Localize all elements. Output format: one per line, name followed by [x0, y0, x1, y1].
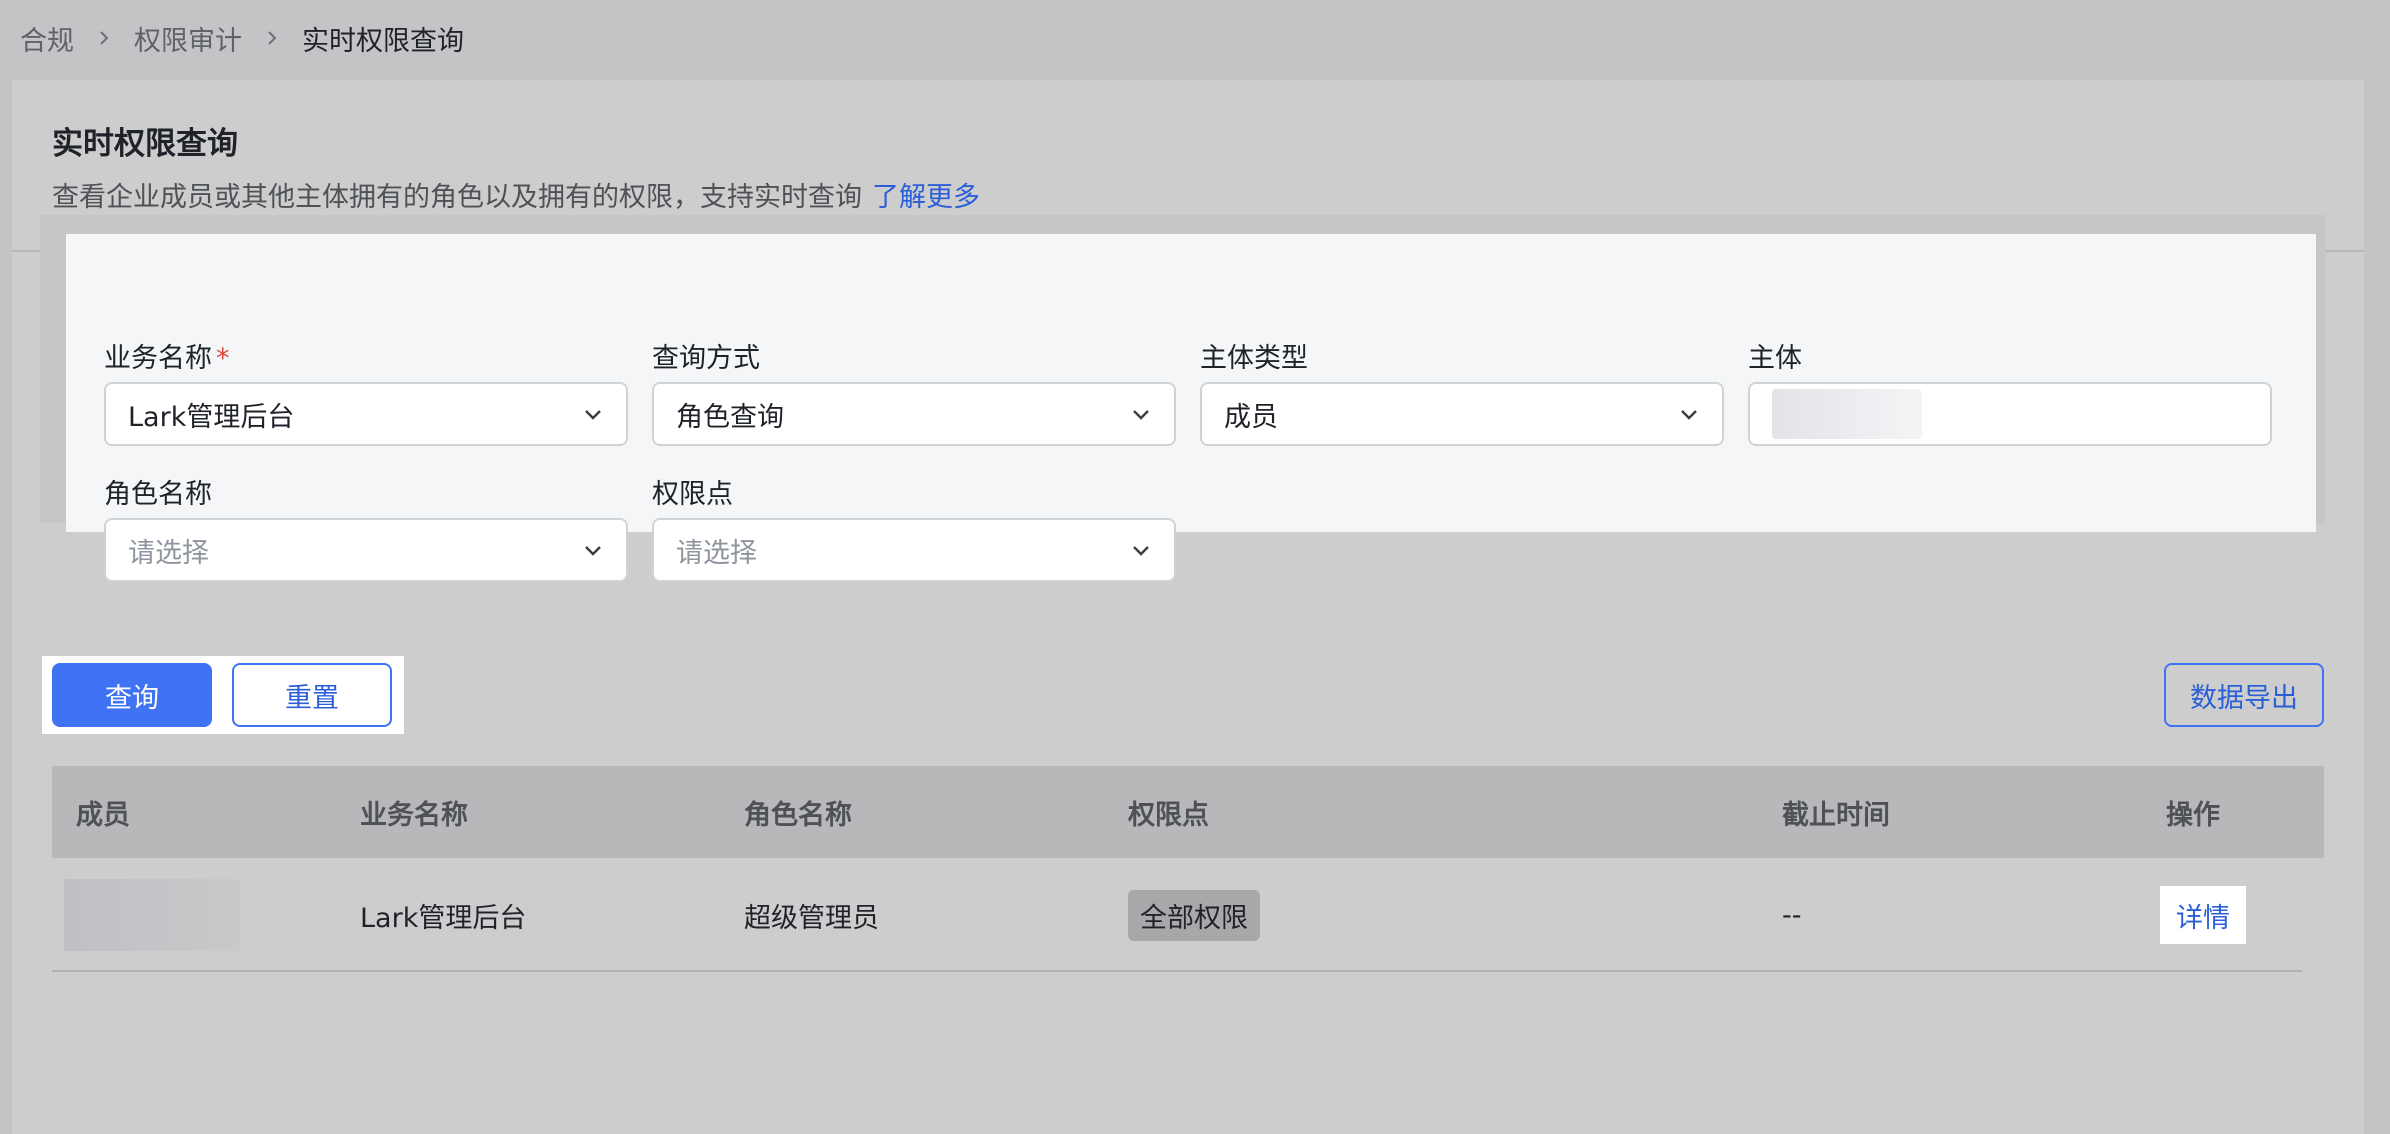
role-name-select[interactable]: 请选择	[104, 518, 628, 582]
column-member: 成员	[76, 799, 130, 831]
chevron-down-icon	[1130, 539, 1152, 561]
member-avatar-redacted	[64, 879, 240, 951]
cell-deadline: --	[1782, 899, 1802, 931]
cell-permission: 全部权限	[1128, 858, 1260, 972]
chevron-right-icon	[96, 30, 112, 46]
role-name-label: 角色名称	[104, 479, 212, 510]
business-label: 业务名称 *	[104, 343, 230, 374]
permission-label: 权限点	[652, 479, 733, 510]
subject-type-select-value: 成员	[1224, 401, 1278, 433]
chevron-down-icon	[1678, 403, 1700, 425]
query-mode-select[interactable]: 角色查询	[652, 382, 1176, 446]
permission-tag: 全部权限	[1128, 889, 1260, 941]
subject-label: 主体	[1748, 343, 1802, 374]
column-role: 角色名称	[744, 799, 852, 831]
business-select[interactable]: Lark管理后台	[104, 382, 628, 446]
chevron-right-icon	[264, 30, 280, 46]
column-deadline: 截止时间	[1782, 799, 1890, 831]
page-description: 查看企业成员或其他主体拥有的角色以及拥有的权限，支持实时查询 了解更多	[52, 175, 980, 214]
cell-action: 详情	[2160, 858, 2246, 972]
description-text: 查看企业成员或其他主体拥有的角色以及拥有的权限，支持实时查询	[52, 182, 862, 213]
reset-button[interactable]: 重置	[232, 663, 392, 727]
permission-placeholder: 请选择	[676, 537, 757, 569]
breadcrumb-item-audit[interactable]: 权限审计	[134, 19, 242, 58]
learn-more-link[interactable]: 了解更多	[872, 182, 980, 213]
business-select-value: Lark管理后台	[128, 401, 295, 433]
column-permission: 权限点	[1128, 799, 1209, 831]
cell-member	[64, 858, 240, 972]
detail-link[interactable]: 详情	[2160, 886, 2246, 944]
page-title: 实时权限查询	[52, 126, 238, 162]
column-business: 业务名称	[360, 799, 468, 831]
chevron-down-icon	[1130, 403, 1152, 425]
query-mode-select-value: 角色查询	[676, 401, 784, 433]
query-button[interactable]: 查询	[52, 663, 212, 727]
subject-chip-redacted	[1772, 389, 1922, 439]
chevron-down-icon	[582, 403, 604, 425]
breadcrumb-item-current: 实时权限查询	[302, 25, 464, 57]
role-name-placeholder: 请选择	[128, 537, 209, 569]
subject-type-label: 主体类型	[1200, 343, 1308, 374]
query-mode-label: 查询方式	[652, 343, 760, 374]
required-mark: *	[216, 343, 230, 374]
cell-role: 超级管理员	[744, 902, 879, 934]
chevron-down-icon	[582, 539, 604, 561]
subject-input[interactable]	[1748, 382, 2272, 446]
breadcrumb-item-compliance[interactable]: 合规	[20, 19, 74, 58]
export-button[interactable]: 数据导出	[2164, 663, 2324, 727]
column-action: 操作	[2166, 799, 2220, 831]
cell-business: Lark管理后台	[360, 902, 527, 934]
table-row: Lark管理后台 超级管理员 全部权限 -- 详情	[52, 858, 2302, 972]
subject-type-select[interactable]: 成员	[1200, 382, 1724, 446]
breadcrumb: 合规 权限审计 实时权限查询	[20, 18, 464, 58]
permission-select[interactable]: 请选择	[652, 518, 1176, 582]
table-header: 成员 业务名称 角色名称 权限点 截止时间 操作	[52, 766, 2324, 858]
